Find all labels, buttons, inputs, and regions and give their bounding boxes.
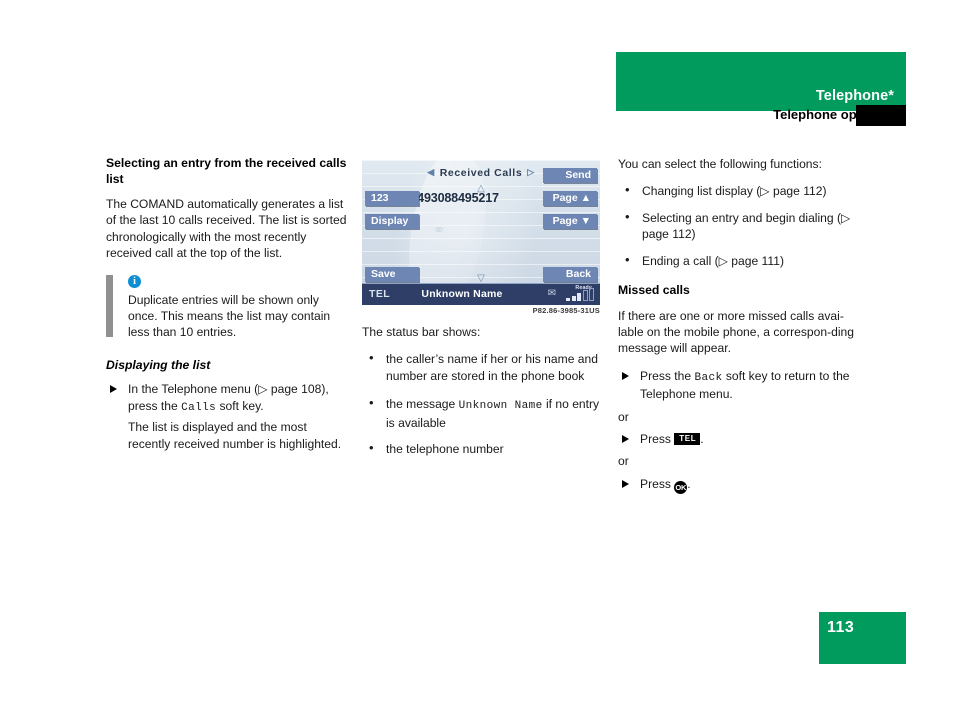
unknown-name-token: Unknown Name (458, 400, 543, 413)
missed-calls-heading: Missed calls (618, 283, 690, 298)
list-item: the telephone number (362, 440, 604, 459)
page-number: 113 (827, 619, 855, 636)
right-column: You can select the following functions: … (618, 156, 860, 497)
right-arrow-icon: ▷ (527, 167, 535, 177)
softkey-save[interactable]: Save (365, 267, 419, 282)
left-heading: Selecting an entry from the received cal… (106, 156, 347, 186)
softkey-calls-label: Calls (181, 401, 217, 414)
step2-before: Press (640, 431, 675, 446)
softkey-page-down[interactable]: Page ▼ (543, 214, 597, 229)
softkey-123[interactable]: 123 (365, 191, 419, 206)
step1-before: Press the (640, 368, 695, 383)
list-item: the message Unknown Name if no entry is … (362, 395, 604, 431)
displaying-list-steps: In the Telephone menu (▷ page 108), pres… (106, 381, 348, 416)
chapter-title: Telephone* (815, 88, 894, 104)
missed-calls-step-tel: Press TEL. (618, 431, 860, 447)
signal-strength-icon (566, 288, 594, 301)
triangle-bullet-icon (622, 371, 629, 380)
list-item: Changing list display (▷ page 112) (618, 182, 860, 199)
figure-caption: P82.86-3985-31US (532, 306, 600, 315)
status-caller-name: Unknown Name (421, 288, 503, 300)
triangle-bullet-icon (110, 385, 117, 394)
bullet-text-before: the caller’s name if her or his name and… (386, 352, 598, 383)
list-item: Selecting an entry and begin dialing (▷ … (618, 209, 860, 243)
missed-calls-paragraph: If there are one or more missed calls av… (618, 308, 854, 356)
step3-after: . (687, 476, 691, 491)
envelope-icon: ✉ (547, 288, 556, 299)
display-title-text: Received Calls (439, 167, 523, 179)
softkey-send[interactable]: Send (543, 168, 597, 183)
step2-after: . (700, 431, 704, 446)
softkey-page-up[interactable]: Page ▲ (543, 191, 597, 206)
or-separator-2: or (618, 454, 629, 469)
section-title: Telephone operation (773, 107, 900, 122)
page-number-box: 113 (819, 612, 906, 664)
functions-intro: You can select the following functions: (618, 157, 822, 171)
list-item: Ending a call (▷ page 111) (618, 252, 860, 269)
info-note: i Duplicate entries will be shown only o… (106, 274, 348, 341)
middle-column: The status bar shows: the caller’s name … (362, 324, 604, 469)
missed-calls-step-ok: Press OK. (618, 476, 860, 494)
step-text-after: soft key. (216, 398, 264, 413)
status-bar-bullets: the caller’s name if her or his name and… (362, 350, 604, 459)
manual-page: Telephone* Telephone operation Selecting… (0, 0, 954, 716)
left-column: Selecting an entry from the received cal… (106, 156, 348, 452)
info-icon: i (128, 274, 141, 288)
step-item: Press the Back soft key to return to the… (618, 368, 860, 403)
note-accent-bar (106, 274, 113, 337)
comand-display-screenshot: ⚭ ◀ Received Calls ▷ △ +493088495217 ▽ 123… (362, 160, 600, 305)
status-bar-intro: The status bar shows: (362, 325, 481, 339)
missed-calls-steps: Press the Back soft key to return to the… (618, 368, 860, 403)
functions-list: Changing list display (▷ page 112) Selec… (618, 182, 860, 269)
step3-before: Press (640, 476, 675, 491)
softkey-display[interactable]: Display (365, 214, 419, 229)
triangle-bullet-icon (622, 434, 629, 443)
ok-key-icon: OK (674, 480, 688, 494)
display-watermark-logo: ⚭ (432, 222, 446, 239)
step-item: Press OK. (618, 476, 860, 494)
chapter-header-banner: Telephone* (616, 52, 906, 111)
tel-key-icon: TEL (674, 432, 701, 445)
list-item: the caller’s name if her or his name and… (362, 350, 604, 386)
or-separator-1: or (618, 409, 629, 424)
left-subheading: Displaying the list (106, 357, 211, 372)
bullet-text-before: the message (386, 397, 459, 412)
left-intro-paragraph: The COMAND automatically generates a lis… (106, 197, 347, 261)
note-text: Duplicate entries will be shown only onc… (128, 292, 331, 340)
triangle-bullet-icon (622, 479, 629, 488)
bullet-text-before: the telephone number (386, 442, 504, 457)
left-arrow-icon: ◀ (427, 167, 435, 177)
step-result-text: The list is displayed and the most recen… (128, 420, 342, 451)
softkey-back-label: Back (694, 371, 723, 384)
step-item: In the Telephone menu (▷ page 108), pres… (106, 381, 348, 416)
step-item: Press TEL. (618, 431, 860, 447)
softkey-back[interactable]: Back (543, 267, 597, 282)
display-phone-number: +493088495217 (410, 191, 499, 205)
display-status-bar: TEL Unknown Name ✉ Ready (362, 283, 600, 305)
